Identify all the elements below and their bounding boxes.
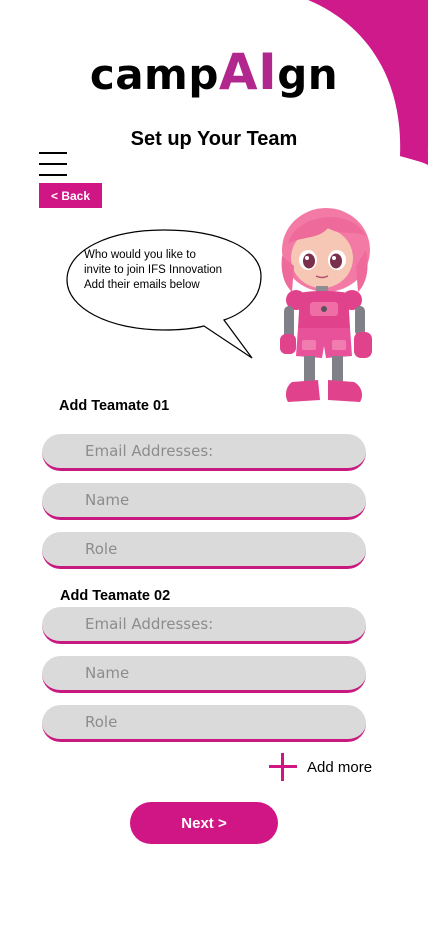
page-title: Set up Your Team (130, 128, 298, 150)
teammate-01-email-input[interactable] (42, 434, 366, 471)
assistant-message: Who would you like to invite to join IFS… (84, 248, 254, 293)
hamburger-menu-button[interactable] (39, 152, 67, 176)
teammate-01-name-input[interactable] (42, 483, 366, 520)
assistant-message-line: Add their emails below (84, 279, 200, 291)
logo-suffix: gn (277, 50, 339, 99)
logo-ai-highlight: AI (218, 43, 278, 101)
hamburger-icon (39, 152, 67, 154)
logo-prefix: camp (89, 50, 219, 99)
teammate-01-heading: Add Teamate 01 (59, 398, 170, 414)
next-button[interactable]: Next > (130, 802, 278, 844)
add-more-button[interactable]: Add more (268, 752, 372, 782)
teammate-02-name-input[interactable] (42, 656, 366, 693)
assistant-message-line: Who would you like to (84, 249, 196, 261)
teammate-01-role-input[interactable] (42, 532, 366, 569)
hamburger-icon-bar (39, 174, 67, 176)
plus-icon (268, 752, 298, 782)
app-logo: campAIgn (0, 44, 428, 103)
hamburger-icon-bar (39, 163, 67, 165)
robot-mascot-illustration (280, 208, 372, 402)
add-more-label: Add more (307, 758, 373, 776)
back-button[interactable]: < Back (39, 183, 102, 208)
teammate-02-heading: Add Teamate 02 (60, 588, 171, 604)
teammate-02-email-input[interactable] (42, 607, 366, 644)
teammate-02-role-input[interactable] (42, 705, 366, 742)
assistant-message-line: invite to join IFS Innovation (84, 264, 223, 276)
